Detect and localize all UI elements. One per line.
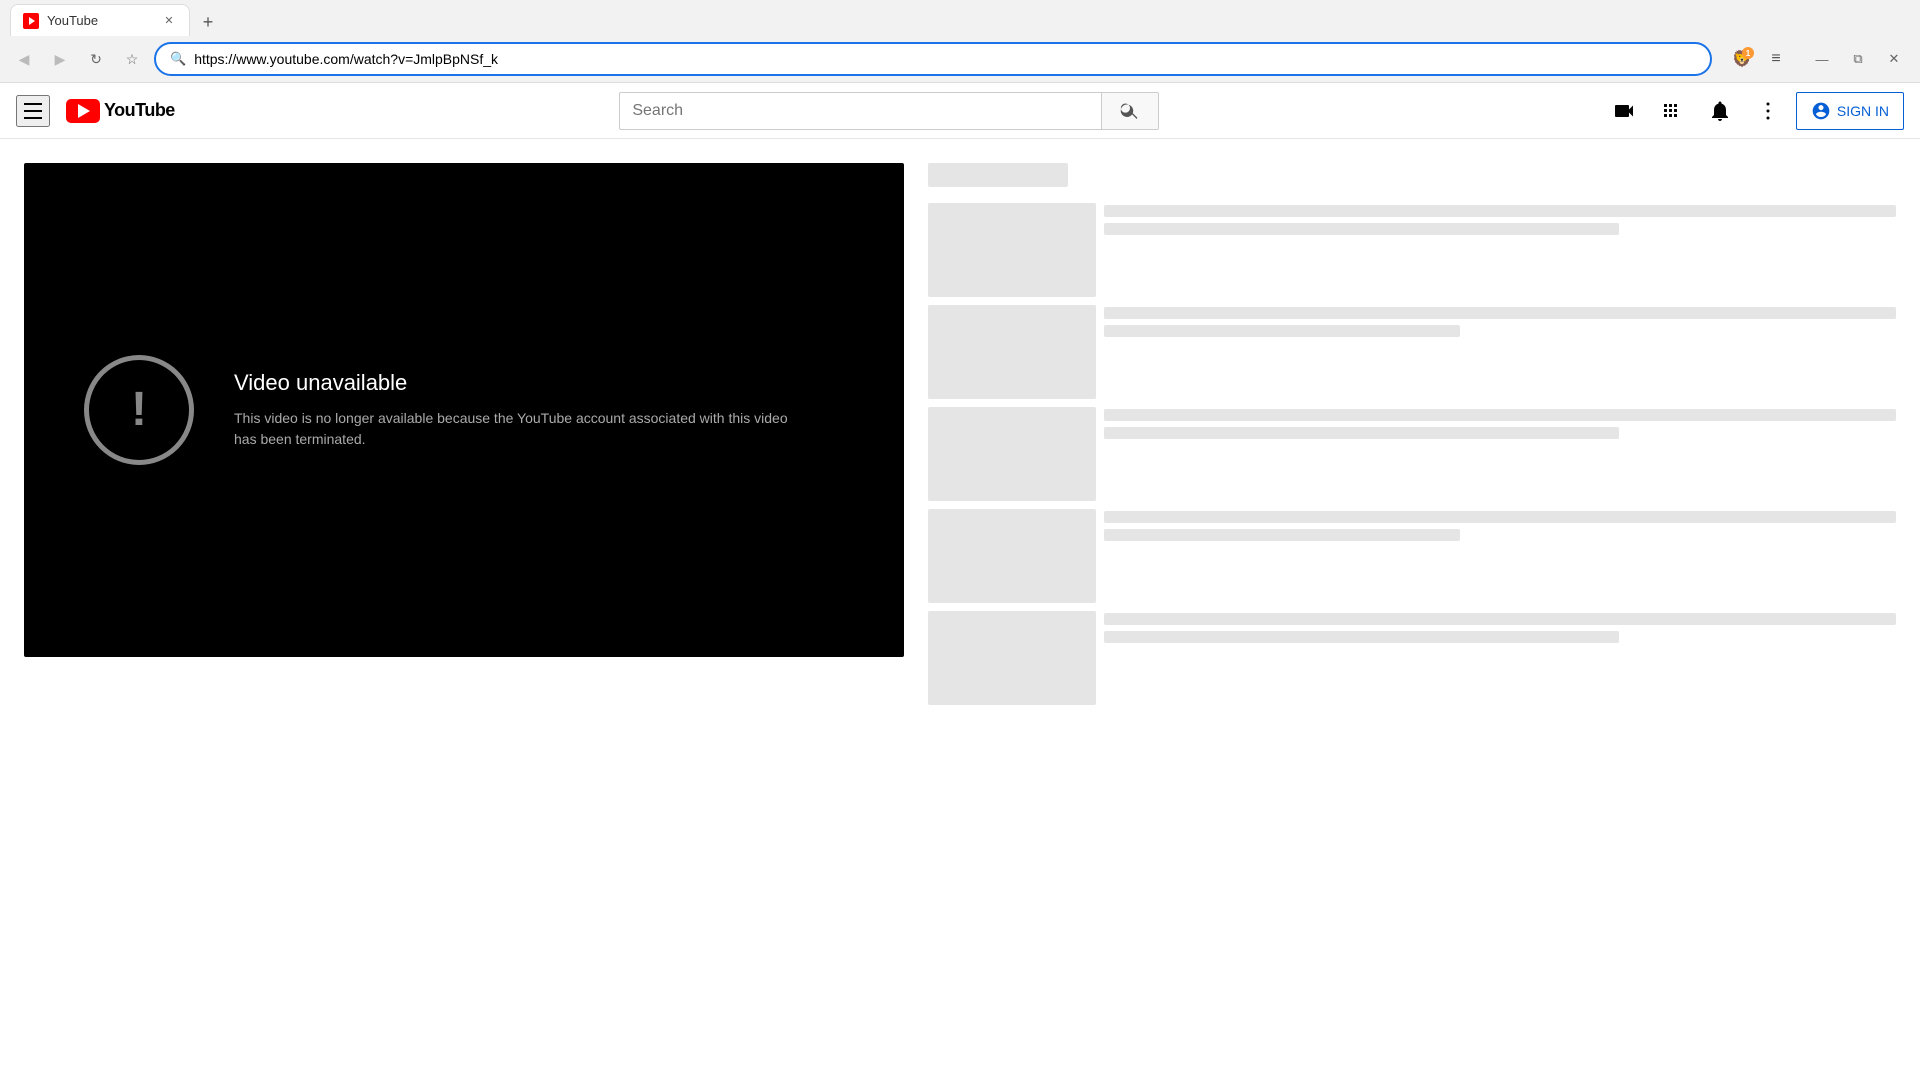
brave-badge: 1 xyxy=(1742,47,1754,59)
refresh-button[interactable]: ↻ xyxy=(82,45,110,73)
sidebar-item xyxy=(928,611,1896,705)
youtube-wordmark: YouTube xyxy=(104,100,175,121)
sidebar-item xyxy=(928,407,1896,501)
browser-titlebar: ◀ ▶ ↻ ☆ 🔍 🦁 1 ≡ — ⧉ ✕ xyxy=(0,36,1920,82)
tab-close-btn[interactable]: ✕ xyxy=(161,13,177,29)
exclamation-mark: ! xyxy=(131,386,147,434)
sidebar-top-placeholder xyxy=(928,163,1068,187)
bookmark-button[interactable]: ☆ xyxy=(118,45,146,73)
user-icon xyxy=(1811,101,1831,121)
camera-icon xyxy=(1612,99,1636,123)
sidebar-title-line xyxy=(1104,511,1896,523)
error-text-section: Video unavailable This video is no longe… xyxy=(234,370,794,450)
sidebar-thumbnail xyxy=(928,305,1096,399)
window-controls: — ⧉ ✕ xyxy=(1806,43,1910,75)
sidebar-meta xyxy=(1104,305,1896,399)
notifications-button[interactable] xyxy=(1700,91,1740,131)
browser-chrome: YouTube ✕ + ◀ ▶ ↻ ☆ 🔍 🦁 1 ≡ — ⧉ ✕ xyxy=(0,0,1920,83)
maximize-button[interactable]: ⧉ xyxy=(1842,43,1874,75)
more-icon xyxy=(1756,99,1780,123)
sidebar-meta xyxy=(1104,611,1896,705)
sidebar-title-line xyxy=(1104,307,1896,319)
search-button[interactable] xyxy=(1101,93,1158,129)
sidebar-subtitle-line xyxy=(1104,223,1619,235)
tab-title: YouTube xyxy=(47,13,153,28)
minimize-button[interactable]: — xyxy=(1806,43,1838,75)
more-options-button[interactable] xyxy=(1748,91,1788,131)
sidebar xyxy=(928,163,1896,713)
apps-button[interactable] xyxy=(1652,91,1692,131)
apps-icon xyxy=(1660,99,1684,123)
address-bar[interactable]: 🔍 xyxy=(154,42,1712,76)
back-button: ◀ xyxy=(10,45,38,73)
sidebar-item xyxy=(928,509,1896,603)
sidebar-thumbnail xyxy=(928,509,1096,603)
search-input[interactable] xyxy=(620,94,1101,128)
video-player: ! Video unavailable This video is no lon… xyxy=(24,163,904,657)
new-tab-button[interactable]: + xyxy=(194,8,222,36)
address-input[interactable] xyxy=(194,51,1696,67)
tab-bar: YouTube ✕ + xyxy=(0,0,1920,36)
sidebar-meta xyxy=(1104,203,1896,297)
search-icon xyxy=(1120,101,1140,121)
sidebar-subtitle-line xyxy=(1104,529,1460,541)
sidebar-title-line xyxy=(1104,409,1896,421)
active-tab[interactable]: YouTube ✕ xyxy=(10,4,190,36)
sign-in-label: SIGN IN xyxy=(1837,103,1889,119)
sign-in-button[interactable]: SIGN IN xyxy=(1796,92,1904,130)
sidebar-meta xyxy=(1104,509,1896,603)
hamburger-line xyxy=(24,117,42,119)
forward-button: ▶ xyxy=(46,45,74,73)
search-bar xyxy=(619,92,1159,130)
sidebar-thumbnail xyxy=(928,407,1096,501)
youtube-logo-icon xyxy=(66,99,100,123)
sidebar-subtitle-line xyxy=(1104,427,1619,439)
header-right: SIGN IN xyxy=(1604,91,1904,131)
bell-icon xyxy=(1708,99,1732,123)
error-title: Video unavailable xyxy=(234,370,794,396)
sidebar-thumbnail xyxy=(928,203,1096,297)
hamburger-icon: ≡ xyxy=(1771,50,1780,68)
browser-menu-button[interactable]: ≡ xyxy=(1762,45,1790,73)
play-triangle xyxy=(78,104,90,118)
tab-favicon xyxy=(23,13,39,29)
header-left: YouTube xyxy=(16,95,175,127)
menu-button[interactable] xyxy=(16,95,50,127)
error-icon-wrap: ! xyxy=(84,355,194,465)
hamburger-line xyxy=(24,110,42,112)
close-button[interactable]: ✕ xyxy=(1878,43,1910,75)
youtube-logo[interactable]: YouTube xyxy=(66,99,175,123)
sidebar-title-line xyxy=(1104,613,1896,625)
error-description: This video is no longer available becaus… xyxy=(234,408,794,450)
browser-right-icons: 🦁 1 ≡ xyxy=(1728,45,1790,73)
hamburger-line xyxy=(24,103,42,105)
sidebar-subtitle-line xyxy=(1104,325,1460,337)
sidebar-item xyxy=(928,305,1896,399)
main-content: ! Video unavailable This video is no lon… xyxy=(0,139,1920,713)
sidebar-title-line xyxy=(1104,205,1896,217)
youtube-header: YouTube xyxy=(0,83,1920,139)
sidebar-item xyxy=(928,203,1896,297)
create-video-button[interactable] xyxy=(1604,91,1644,131)
address-search-icon: 🔍 xyxy=(170,51,186,67)
sidebar-thumbnail xyxy=(928,611,1096,705)
brave-shield-button[interactable]: 🦁 1 xyxy=(1728,45,1756,73)
header-center xyxy=(175,92,1604,130)
error-circle-icon: ! xyxy=(84,355,194,465)
video-section: ! Video unavailable This video is no lon… xyxy=(24,163,904,713)
sidebar-subtitle-line xyxy=(1104,631,1619,643)
sidebar-meta xyxy=(1104,407,1896,501)
